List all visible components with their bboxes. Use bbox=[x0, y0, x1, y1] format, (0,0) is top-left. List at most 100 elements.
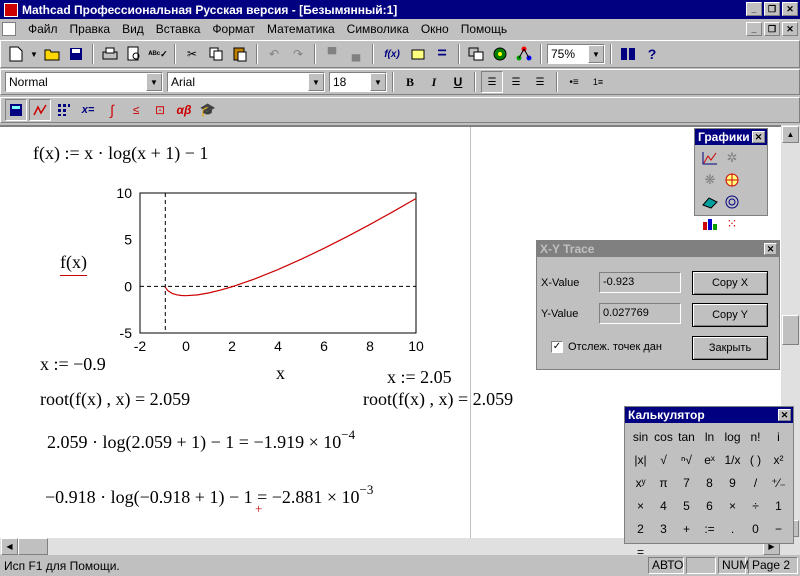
calculus-palette-icon[interactable]: ∫ bbox=[101, 99, 123, 121]
align-center-icon[interactable]: ☰ bbox=[505, 71, 527, 93]
component-icon[interactable] bbox=[465, 43, 487, 65]
plot-x-axis-label[interactable]: x bbox=[276, 363, 285, 384]
calculator-palette[interactable]: Калькулятор ✕ sin cos tan ln log n! i |x| √ ⁿ√ eˣ 1… bbox=[624, 406, 794, 559]
save-icon[interactable] bbox=[65, 43, 87, 65]
evaluation-palette-icon[interactable]: x= bbox=[77, 99, 99, 121]
programming-palette-icon[interactable]: ⊡ bbox=[149, 99, 171, 121]
calculator-title[interactable]: Калькулятор ✕ bbox=[625, 407, 793, 423]
font-select[interactable]: Arial ▼ bbox=[167, 72, 325, 92]
calc-key[interactable]: + bbox=[675, 517, 698, 540]
graphs-palette[interactable]: Графики ✕ ✲ ❋ ⁙ ⤢ bbox=[694, 128, 768, 252]
help-question-icon[interactable]: ? bbox=[641, 43, 663, 65]
copy-icon[interactable] bbox=[205, 43, 227, 65]
calc-key[interactable]: ⁿ√ bbox=[675, 448, 698, 471]
calc-key[interactable]: tan bbox=[675, 425, 698, 448]
calc-key[interactable]: ln bbox=[698, 425, 721, 448]
3d-scatter-icon[interactable]: ⁙ bbox=[721, 213, 743, 235]
calc-key[interactable]: . bbox=[721, 517, 744, 540]
x-value-field[interactable]: -0.923 bbox=[599, 272, 681, 293]
calc-key[interactable]: ( ) bbox=[744, 448, 767, 471]
paste-icon[interactable] bbox=[229, 43, 251, 65]
redo-icon[interactable]: ↷ bbox=[287, 43, 309, 65]
3d-surface-icon[interactable] bbox=[699, 191, 721, 213]
insert-function-icon[interactable]: f(x) bbox=[379, 43, 405, 65]
calc-key[interactable]: 3 bbox=[652, 517, 675, 540]
calc-key[interactable]: √ bbox=[652, 448, 675, 471]
restore-button[interactable]: ❐ bbox=[764, 2, 780, 16]
menu-insert[interactable]: Вставка bbox=[150, 22, 207, 36]
insert-unit-icon[interactable] bbox=[407, 43, 429, 65]
resource-center-icon[interactable] bbox=[489, 43, 511, 65]
calc-key[interactable]: eˣ bbox=[698, 448, 721, 471]
calc-key[interactable]: = bbox=[629, 540, 652, 563]
calc-key[interactable]: log bbox=[721, 425, 744, 448]
xy-trace-dialog[interactable]: X-Y Trace ✕ X-Value -0.923 Copy X Y-Valu… bbox=[536, 240, 780, 370]
calc-key[interactable]: 1/x bbox=[721, 448, 744, 471]
calc-key[interactable]: × bbox=[721, 494, 744, 517]
calc-key[interactable]: 0 bbox=[744, 517, 767, 540]
close-icon[interactable]: ✕ bbox=[778, 409, 791, 421]
calc-key[interactable]: xʸ bbox=[629, 471, 652, 494]
3d-bar-chart-icon[interactable] bbox=[699, 213, 721, 235]
new-icon[interactable] bbox=[5, 43, 27, 65]
calc-key[interactable]: 8 bbox=[698, 471, 721, 494]
undo-icon[interactable]: ↶ bbox=[263, 43, 285, 65]
document-icon[interactable] bbox=[2, 22, 16, 36]
symbolic-palette-icon[interactable]: 🎓 bbox=[197, 99, 219, 121]
print-preview-icon[interactable] bbox=[123, 43, 145, 65]
doc-close-button[interactable]: ✕ bbox=[782, 22, 798, 36]
dropdown-arrow-icon[interactable]: ▼ bbox=[29, 43, 39, 65]
surface-plot-icon[interactable]: ❋ bbox=[699, 169, 721, 191]
menu-format[interactable]: Формат bbox=[206, 22, 261, 36]
xy-trace-title[interactable]: X-Y Trace ✕ bbox=[537, 241, 779, 257]
calculator-palette-icon[interactable] bbox=[5, 99, 27, 121]
matrix-palette-icon[interactable] bbox=[53, 99, 75, 121]
calc-key[interactable]: × bbox=[629, 494, 652, 517]
menu-window[interactable]: Окно bbox=[415, 22, 455, 36]
open-icon[interactable] bbox=[41, 43, 63, 65]
cut-icon[interactable]: ✂ bbox=[181, 43, 203, 65]
scroll-up-icon[interactable]: ▲ bbox=[782, 126, 799, 143]
graphs-palette-title[interactable]: Графики ✕ bbox=[695, 129, 767, 145]
mathcad-app-icon[interactable] bbox=[4, 2, 18, 17]
close-button[interactable]: ✕ bbox=[782, 2, 798, 16]
calc-key[interactable]: − bbox=[767, 517, 790, 540]
plot-y-axis-label[interactable]: f(x) bbox=[60, 252, 87, 276]
print-icon[interactable] bbox=[99, 43, 121, 65]
boolean-palette-icon[interactable]: ≤ bbox=[125, 99, 147, 121]
calc-key[interactable]: n! bbox=[744, 425, 767, 448]
calc-key[interactable]: 5 bbox=[675, 494, 698, 517]
graph-palette-icon[interactable] bbox=[29, 99, 51, 121]
calc-key[interactable]: ÷ bbox=[744, 494, 767, 517]
chevron-down-icon[interactable]: ▼ bbox=[308, 73, 324, 91]
function-definition[interactable]: f(x) := x · log(x + 1) − 1 bbox=[33, 143, 208, 164]
doc-restore-button[interactable]: ❐ bbox=[764, 22, 780, 36]
copy-x-button[interactable]: Copy X bbox=[692, 271, 768, 295]
calc-key[interactable]: 2 bbox=[629, 517, 652, 540]
menu-file[interactable]: Файл bbox=[22, 22, 64, 36]
align-left-icon[interactable]: ☰ bbox=[481, 71, 503, 93]
network-icon[interactable] bbox=[513, 43, 535, 65]
check-expression-2[interactable]: −0.918 · log(−0.918 + 1) − 1 = −2.881 × … bbox=[45, 482, 373, 508]
copy-y-button[interactable]: Copy Y bbox=[692, 303, 768, 327]
calc-key[interactable]: / bbox=[744, 471, 767, 494]
chevron-down-icon[interactable]: ▼ bbox=[370, 73, 386, 91]
polar-grid-icon[interactable] bbox=[721, 169, 743, 191]
numbered-list-icon[interactable]: 1≡ bbox=[587, 71, 609, 93]
align-down-icon[interactable]: ▄ bbox=[345, 43, 367, 65]
style-select[interactable]: Normal ▼ bbox=[5, 72, 163, 92]
scroll-thumb[interactable] bbox=[18, 538, 48, 555]
zoom-select[interactable]: 75% ▼ bbox=[547, 44, 605, 64]
xy-plot-icon[interactable] bbox=[699, 147, 721, 169]
align-right-icon[interactable]: ☰ bbox=[529, 71, 551, 93]
bold-button[interactable]: B bbox=[399, 71, 421, 93]
assignment-x-2[interactable]: x := 2.05 bbox=[387, 367, 452, 388]
xy-plot[interactable]: -2 0 2 4 6 8 10 10 5 0 -5 bbox=[100, 183, 540, 423]
polar-plot-icon[interactable]: ✲ bbox=[721, 147, 743, 169]
calc-key[interactable]: ⁺⁄₋ bbox=[767, 471, 790, 494]
calc-key[interactable]: cos bbox=[652, 425, 675, 448]
calc-key[interactable]: i bbox=[767, 425, 790, 448]
calc-key[interactable]: 9 bbox=[721, 471, 744, 494]
menu-view[interactable]: Вид bbox=[116, 22, 150, 36]
underline-button[interactable]: U bbox=[447, 71, 469, 93]
